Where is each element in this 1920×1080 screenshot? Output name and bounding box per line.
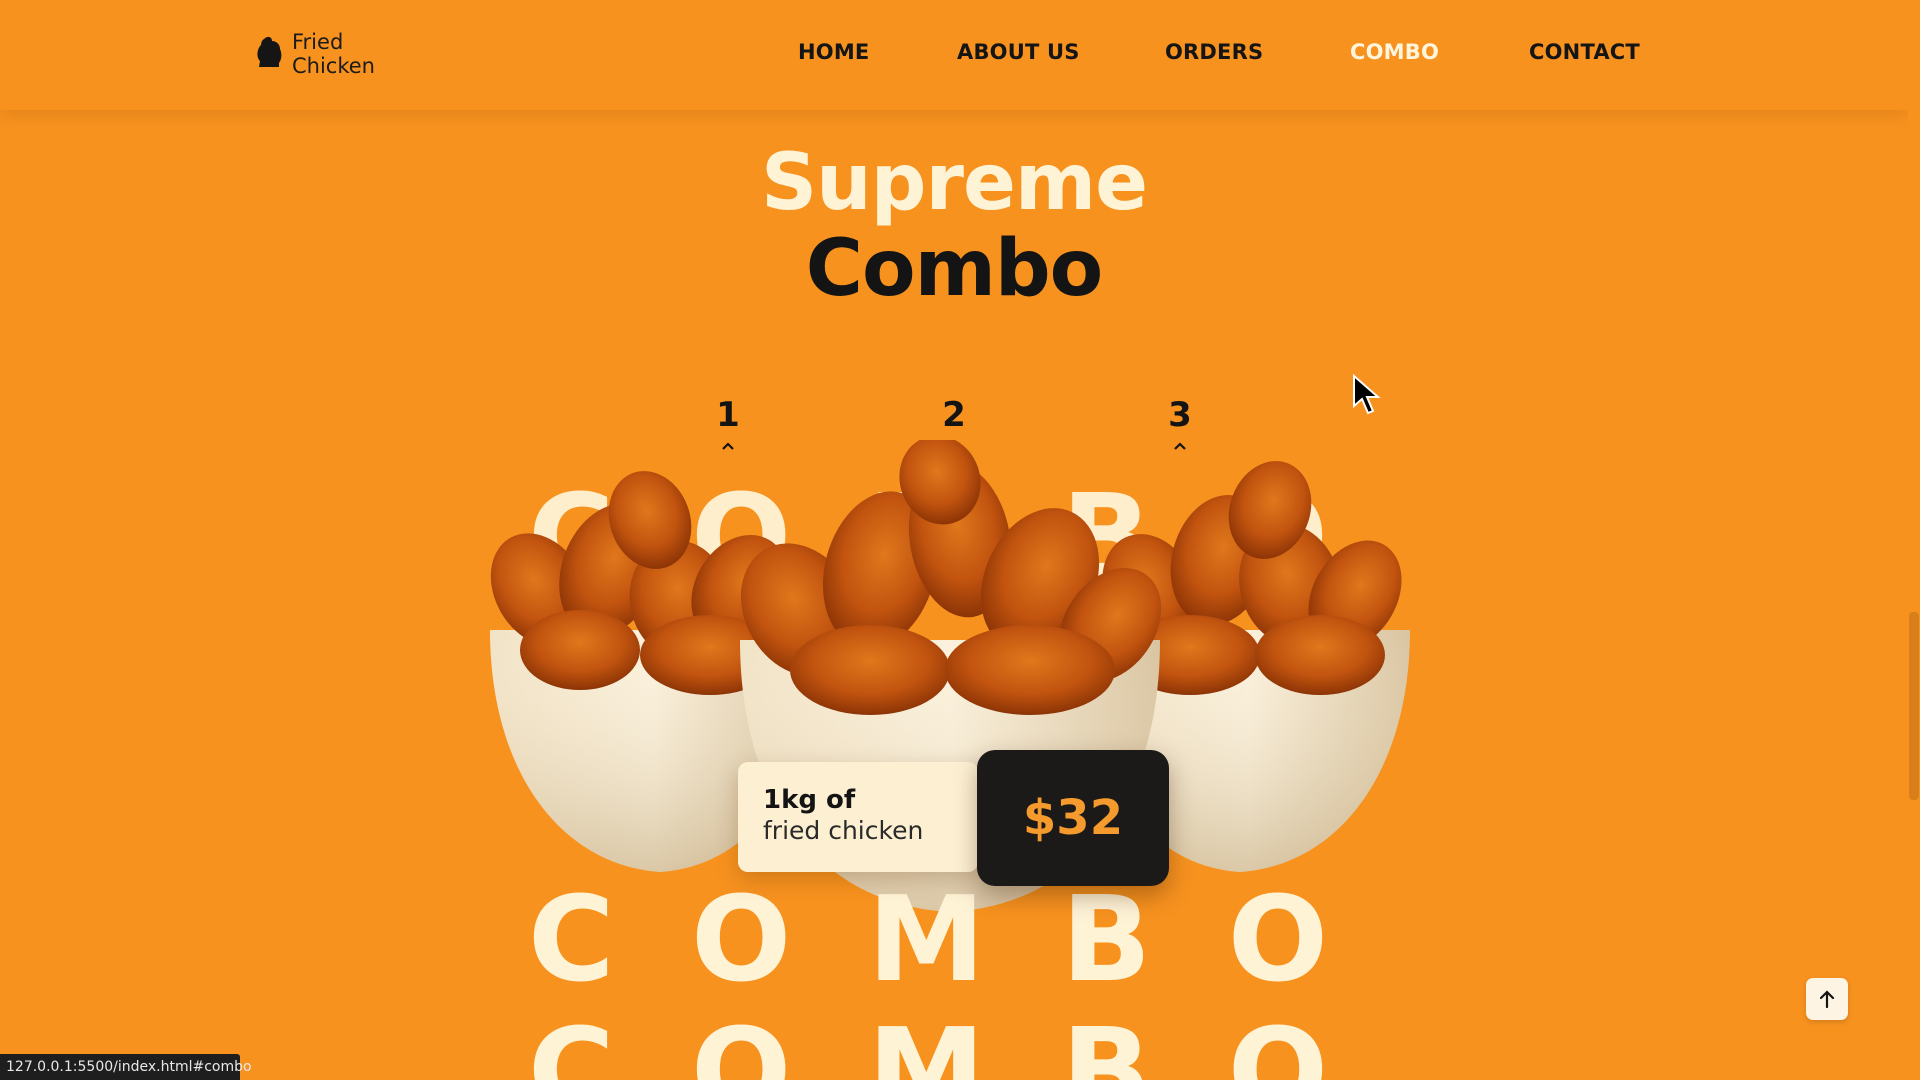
page: Fried Chicken HOME ABOUT US ORDERS COMBO…	[0, 0, 1920, 1080]
product-info-card: 1kg of fried chicken	[738, 762, 978, 872]
section-title-line1: Supreme	[760, 138, 1148, 228]
nav-contact[interactable]: CONTACT	[1529, 40, 1640, 64]
nav-home[interactable]: HOME	[798, 40, 869, 64]
combo-letter: O	[1227, 870, 1328, 1008]
tab-number: 1	[716, 395, 740, 435]
combo-letter: B	[1061, 870, 1152, 1008]
combo-letter: C	[528, 1002, 615, 1080]
mouse-pointer-icon	[1353, 374, 1381, 415]
site-header: Fried Chicken HOME ABOUT US ORDERS COMBO…	[0, 0, 1908, 110]
combo-bg-text-row: C O M B O	[528, 1012, 1328, 1080]
page-scrollbar[interactable]	[1908, 0, 1920, 1080]
scrollbar-thumb[interactable]	[1909, 612, 1919, 800]
browser-status-bar: 127.0.0.1:5500/index.html#combo	[0, 1054, 252, 1080]
combo-letter: C	[528, 870, 615, 1008]
nav-combo[interactable]: COMBO	[1350, 40, 1439, 64]
product-quantity: 1kg of	[763, 785, 856, 815]
main-nav: HOME ABOUT US ORDERS COMBO CONTACT	[0, 40, 1920, 70]
product-description: fried chicken	[763, 816, 924, 845]
price-card[interactable]: $32	[977, 750, 1169, 886]
combo-letter: M	[867, 870, 986, 1008]
section-title-line2: Combo	[805, 224, 1104, 314]
arrow-up-icon	[1819, 990, 1835, 1009]
combo-letter: O	[690, 870, 792, 1008]
combo-letter: B	[1061, 1002, 1152, 1080]
combo-letter: M	[867, 1002, 986, 1080]
combo-letter: O	[690, 1002, 792, 1080]
tab-number: 3	[1168, 395, 1192, 435]
back-to-top-button[interactable]	[1806, 978, 1848, 1020]
combo-letter: O	[1227, 1002, 1328, 1080]
combo-bg-text-row: C O M B O	[528, 880, 1328, 998]
tab-number: 2	[942, 395, 966, 435]
nav-orders[interactable]: ORDERS	[1165, 40, 1263, 64]
nav-about-us[interactable]: ABOUT US	[957, 40, 1080, 64]
product-price: $32	[1022, 790, 1124, 846]
